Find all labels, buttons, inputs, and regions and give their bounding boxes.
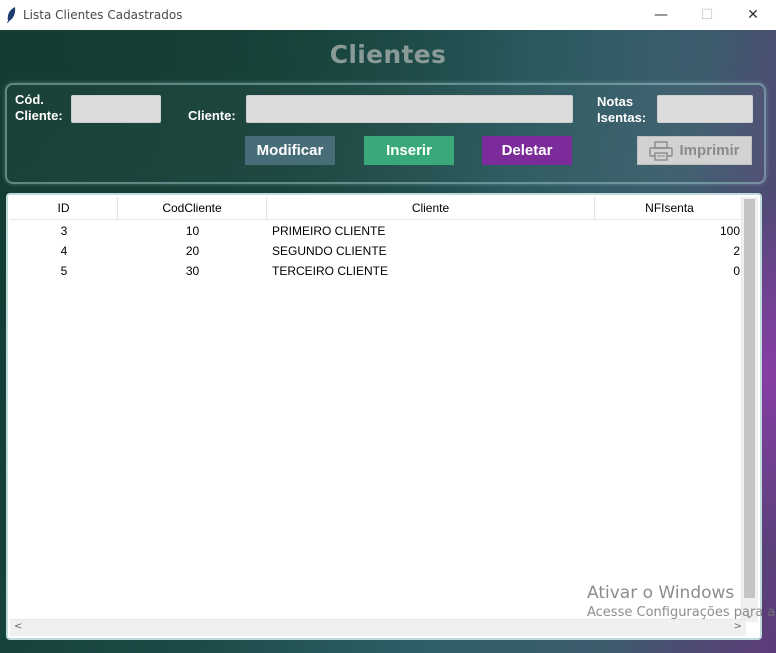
- table-row[interactable]: 5 30 TERCEIRO CLIENTE 0: [10, 261, 744, 281]
- horizontal-scrollbar[interactable]: < >: [10, 619, 746, 636]
- scroll-right-arrow-icon[interactable]: >: [734, 621, 742, 632]
- cell-codcliente: 30: [185, 264, 200, 278]
- table-header: ID CodCliente Cliente NFIsenta: [10, 197, 744, 220]
- cell-cliente: TERCEIRO CLIENTE: [272, 264, 389, 278]
- cod-cliente-label: Cód. Cliente:: [15, 92, 63, 124]
- cell-cliente: PRIMEIRO CLIENTE: [272, 224, 386, 238]
- cell-nfisenta: 2: [733, 244, 740, 258]
- inserir-button[interactable]: Inserir: [364, 136, 454, 165]
- cell-id: 5: [60, 264, 68, 278]
- notas-isentas-label: Notas Isentas:: [597, 94, 646, 126]
- notas-label-line1: Notas: [597, 94, 634, 109]
- minimize-button[interactable]: —: [638, 0, 684, 30]
- column-header-nfisenta[interactable]: NFIsenta: [595, 197, 744, 219]
- close-button[interactable]: ✕: [730, 0, 776, 30]
- title-bar: Lista Clientes Cadastrados — ☐ ✕: [0, 0, 776, 31]
- vertical-scrollbar[interactable]: ⌄: [741, 197, 758, 622]
- feather-icon: [7, 7, 16, 23]
- notas-label-line2: Isentas:: [597, 110, 647, 125]
- windows-activation-watermark: Ativar o Windows Acesse Configurações pa…: [587, 583, 775, 620]
- page-title: Clientes: [329, 40, 447, 69]
- cell-id: 4: [60, 244, 68, 258]
- cell-codcliente: 20: [185, 244, 200, 258]
- deletar-button[interactable]: Deletar: [482, 136, 572, 165]
- notas-isentas-input[interactable]: [657, 95, 753, 123]
- cod-label-line2: Cliente:: [15, 108, 63, 123]
- treeview: ID CodCliente Cliente NFIsenta 3 10 PRIM…: [10, 197, 744, 622]
- imprimir-label: Imprimir: [679, 142, 740, 159]
- maximize-button[interactable]: ☐: [684, 0, 730, 30]
- activation-line1: Ativar o Windows: [587, 583, 735, 603]
- imprimir-button[interactable]: Imprimir: [637, 136, 752, 165]
- window-title: Lista Clientes Cadastrados: [23, 8, 183, 22]
- vertical-scrollbar-thumb[interactable]: [744, 199, 755, 598]
- clients-table: ID CodCliente Cliente NFIsenta 3 10 PRIM…: [6, 193, 762, 640]
- cod-cliente-input[interactable]: [71, 95, 161, 123]
- window-content: Clientes Cód. Cliente: Cliente: Notas Is…: [0, 30, 776, 653]
- cell-nfisenta: 100: [719, 224, 740, 238]
- column-header-id[interactable]: ID: [10, 197, 118, 219]
- cell-codcliente: 10: [185, 224, 200, 238]
- cliente-input[interactable]: [246, 95, 573, 123]
- printer-icon: [649, 140, 674, 161]
- activation-line2: Acesse Configurações para a: [587, 605, 776, 620]
- table-row[interactable]: 3 10 PRIMEIRO CLIENTE 100: [10, 221, 744, 241]
- cell-cliente: SEGUNDO CLIENTE: [272, 244, 387, 258]
- cell-id: 3: [60, 224, 68, 238]
- modificar-button[interactable]: Modificar: [245, 136, 335, 165]
- cliente-label: Cliente:: [188, 108, 236, 123]
- column-header-cliente[interactable]: Cliente: [267, 197, 595, 219]
- scroll-left-arrow-icon[interactable]: <: [14, 621, 22, 632]
- column-header-codcliente[interactable]: CodCliente: [118, 197, 267, 219]
- cod-label-line1: Cód.: [15, 92, 44, 107]
- table-row[interactable]: 4 20 SEGUNDO CLIENTE 2: [10, 241, 744, 261]
- cell-nfisenta: 0: [733, 264, 740, 278]
